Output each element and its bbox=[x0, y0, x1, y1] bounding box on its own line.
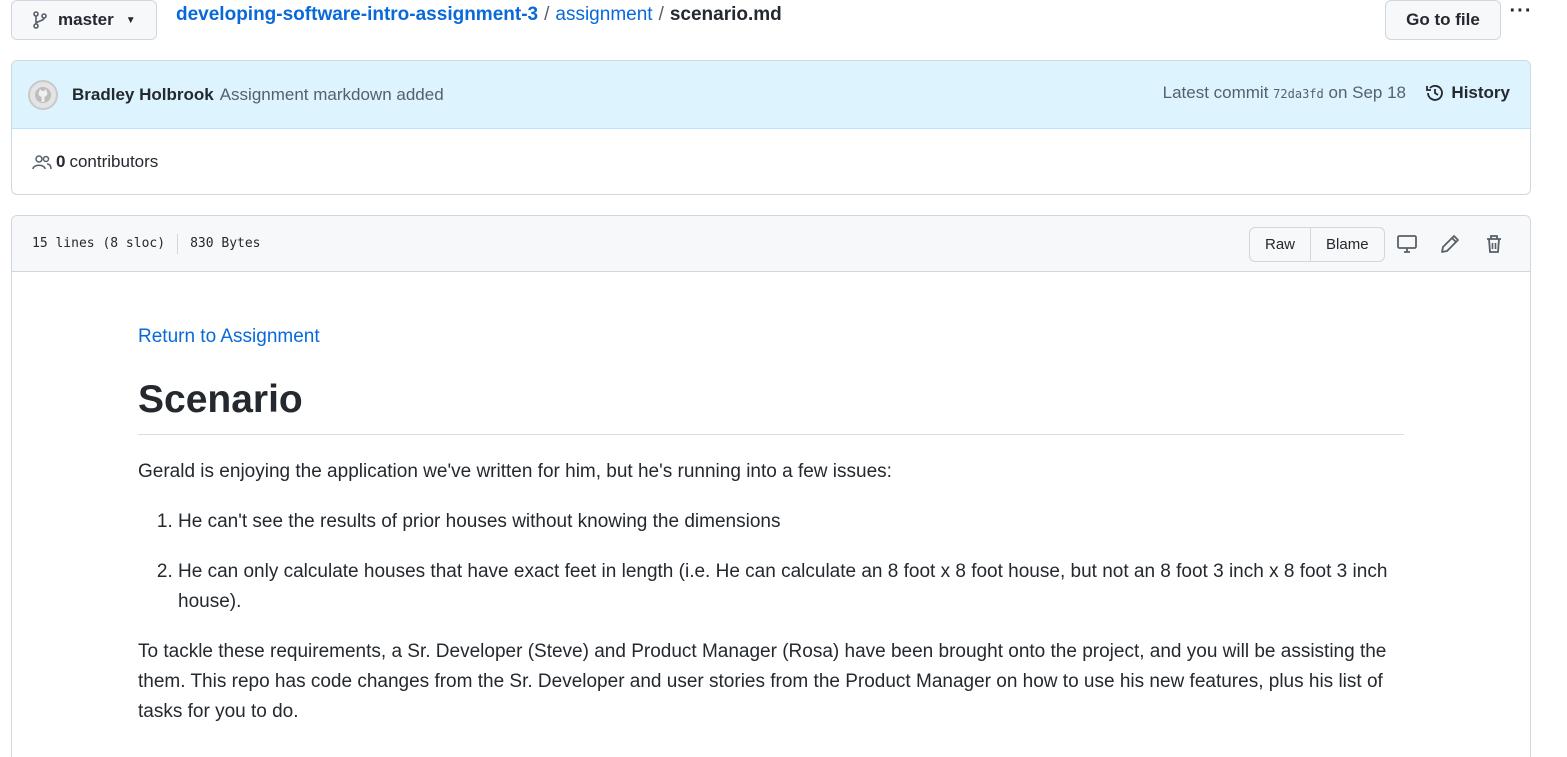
list-item: He can only calculate houses that have e… bbox=[178, 557, 1404, 617]
github-octocat-icon bbox=[35, 86, 51, 103]
trash-icon[interactable] bbox=[1482, 232, 1506, 256]
file-header: 15 lines (8 sloc) 830 Bytes Raw Blame bbox=[12, 216, 1530, 272]
branch-selector-button[interactable]: master ▼ bbox=[11, 0, 157, 40]
requirements-paragraph: To tackle these requirements, a Sr. Deve… bbox=[138, 641, 1387, 722]
commit-meta: Latest commit 72da3fd on Sep 18 bbox=[1163, 83, 1406, 103]
contributors-row[interactable]: 0 contributors bbox=[12, 129, 1530, 194]
intro-paragraph: Gerald is enjoying the application we've… bbox=[138, 461, 892, 482]
raw-button[interactable]: Raw bbox=[1250, 228, 1310, 261]
go-to-file-button[interactable]: Go to file bbox=[1385, 0, 1501, 40]
commit-message-link[interactable]: Assignment markdown added bbox=[220, 85, 444, 105]
pencil-icon[interactable] bbox=[1438, 232, 1462, 256]
contributors-count: 0 bbox=[56, 152, 66, 171]
history-label: History bbox=[1451, 83, 1510, 102]
page-title: Scenario bbox=[138, 378, 1404, 435]
commit-author-link[interactable]: Bradley Holbrook bbox=[72, 85, 214, 105]
file-size: 830 Bytes bbox=[190, 236, 261, 251]
breadcrumb: developing-software-intro-assignment-3 /… bbox=[176, 4, 782, 26]
issues-list: He can't see the results of prior houses… bbox=[138, 507, 1404, 617]
breadcrumb-separator: / bbox=[544, 4, 550, 25]
header-divider bbox=[177, 233, 179, 254]
breadcrumb-repo-link[interactable]: developing-software-intro-assignment-3 bbox=[176, 4, 538, 26]
more-options-button[interactable]: ··· bbox=[1508, 0, 1534, 26]
file-line-count: 15 lines (8 sloc) bbox=[32, 236, 166, 251]
blame-button[interactable]: Blame bbox=[1310, 228, 1384, 261]
breadcrumb-file: scenario.md bbox=[669, 4, 782, 25]
people-icon bbox=[32, 155, 52, 170]
list-item: He can't see the results of prior houses… bbox=[178, 507, 1404, 537]
desktop-icon[interactable] bbox=[1395, 232, 1419, 256]
history-button[interactable]: History bbox=[1425, 83, 1510, 103]
commit-sha-link[interactable]: 72da3fd bbox=[1273, 87, 1324, 101]
latest-commit-label: Latest commit bbox=[1162, 83, 1269, 102]
history-icon bbox=[1426, 85, 1444, 101]
markdown-body: Return to Assignment Scenario Gerald is … bbox=[138, 326, 1404, 727]
breadcrumb-dir-link[interactable]: assignment bbox=[555, 4, 652, 26]
commit-date: on Sep 18 bbox=[1328, 83, 1406, 102]
branch-name: master bbox=[58, 10, 114, 29]
avatar[interactable] bbox=[28, 79, 58, 110]
return-to-assignment-link[interactable]: Return to Assignment bbox=[138, 326, 1404, 348]
file-viewer: 15 lines (8 sloc) 830 Bytes Raw Blame Re… bbox=[11, 215, 1531, 757]
breadcrumb-separator: / bbox=[658, 4, 664, 25]
latest-commit-row: Bradley Holbrook Assignment markdown add… bbox=[12, 61, 1530, 129]
chevron-down-icon: ▼ bbox=[125, 14, 136, 26]
commit-box: Bradley Holbrook Assignment markdown add… bbox=[11, 60, 1531, 195]
contributors-label: contributors bbox=[69, 152, 159, 171]
file-actions-group: Raw Blame bbox=[1249, 227, 1385, 262]
git-branch-icon bbox=[33, 11, 47, 29]
